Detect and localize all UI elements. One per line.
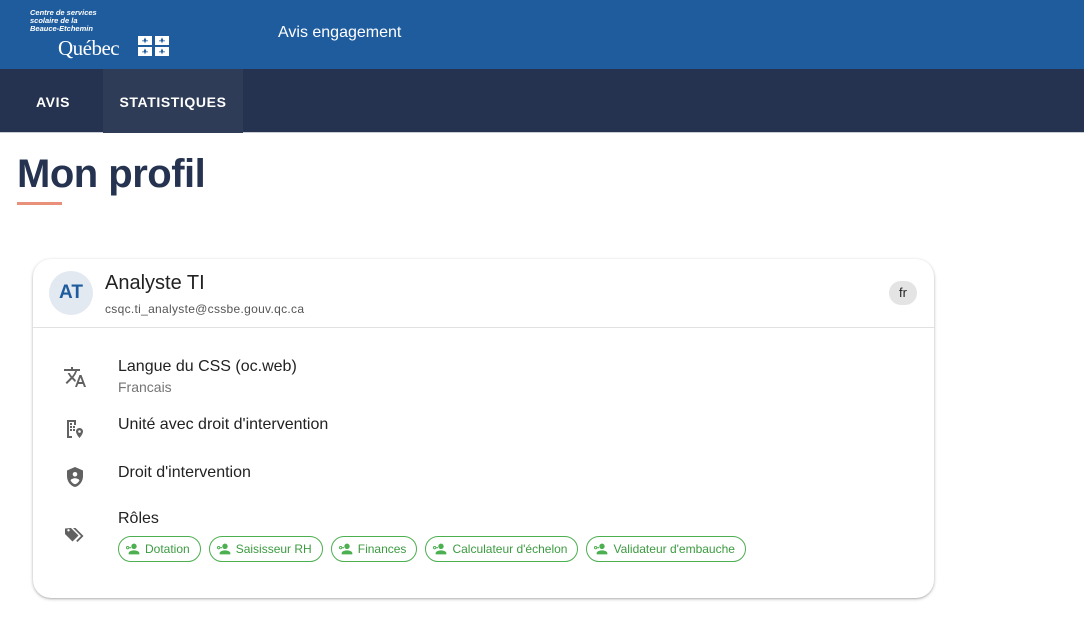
role-chip-label: Validateur d'embauche xyxy=(613,542,735,556)
role-chip-label: Dotation xyxy=(145,542,190,556)
role-chip-calculateur-echelon[interactable]: Calculateur d'échelon xyxy=(425,536,579,562)
profile-card: AT Analyste TI csqc.ti_analyste@cssbe.go… xyxy=(33,259,934,598)
card-divider xyxy=(33,327,934,328)
person-key-icon xyxy=(433,543,447,555)
language-chip[interactable]: fr xyxy=(889,281,917,305)
user-email: csqc.ti_analyste@cssbe.gouv.qc.ca xyxy=(105,302,305,316)
building-location-icon xyxy=(67,420,83,438)
role-chip-dotation[interactable]: Dotation xyxy=(118,536,201,562)
role-chip-label: Calculateur d'échelon xyxy=(452,542,568,556)
nav-tab-avis[interactable]: AVIS xyxy=(18,69,88,133)
person-key-icon xyxy=(216,543,231,555)
person-key-icon xyxy=(594,543,608,555)
avatar: AT xyxy=(49,271,93,315)
shield-person-icon xyxy=(67,467,83,487)
row-label-droit: Droit d'intervention xyxy=(118,464,251,481)
person-key-icon xyxy=(126,543,140,555)
page-title: Mon profil xyxy=(17,152,206,196)
role-chip-finances[interactable]: Finances xyxy=(330,536,418,562)
person-key-icon xyxy=(338,543,353,555)
translate-icon xyxy=(64,367,86,387)
row-value-langue: Francais xyxy=(118,379,172,395)
role-chip-label: Finances xyxy=(357,542,407,556)
role-chip-saisisseur-rh[interactable]: Saisisseur RH xyxy=(208,536,323,562)
tags-icon xyxy=(65,528,84,542)
role-chip-validateur-embauche[interactable]: Validateur d'embauche xyxy=(586,536,746,562)
row-label-langue: Langue du CSS (oc.web) xyxy=(118,358,297,375)
app-title: Avis engagement xyxy=(278,24,402,41)
quebec-flag-icon xyxy=(138,36,169,56)
main-navbar: AVIS STATISTIQUES xyxy=(0,69,1084,133)
nav-tab-statistiques[interactable]: STATISTIQUES xyxy=(103,69,243,133)
logo-org-line3: Beauce-Etchemin xyxy=(30,24,93,34)
role-chip-label: Saisisseur RH xyxy=(235,542,312,556)
row-label-roles: Rôles xyxy=(118,510,159,527)
quebec-logo[interactable]: Centre de services scolaire de la Beauce… xyxy=(30,8,180,61)
logo-wordmark: Québec xyxy=(58,36,120,60)
user-name: Analyste TI xyxy=(105,272,205,294)
roles-chip-list: Dotation Saisisseur RH Finances Calculat… xyxy=(118,536,746,562)
title-underline xyxy=(17,202,62,205)
row-label-unite: Unité avec droit d'intervention xyxy=(118,416,329,433)
app-header: Centre de services scolaire de la Beauce… xyxy=(0,0,1084,69)
